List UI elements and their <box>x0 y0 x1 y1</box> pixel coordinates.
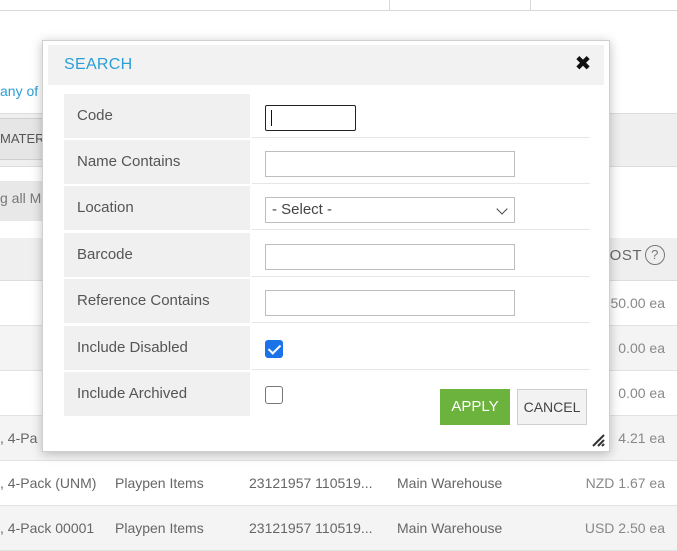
apply-button[interactable]: APPLY <box>440 389 510 425</box>
close-icon[interactable]: ✖ <box>574 54 592 74</box>
name-contains-label: Name Contains <box>64 140 250 184</box>
search-dialog: SEARCH ✖ Code Name Contains Location - S… <box>42 40 610 452</box>
cost-cell: 50.00 ea <box>610 295 666 311</box>
code-label: Code <box>64 94 250 138</box>
group-cell: Playpen Items <box>115 520 204 536</box>
barcode-field-cell <box>252 233 590 277</box>
name-contains-field-cell <box>252 140 590 184</box>
include-archived-label: Include Archived <box>64 372 250 416</box>
reference-contains-input[interactable] <box>265 290 515 316</box>
item-cell: , 4-Pack (UNM) <box>0 475 97 491</box>
code-row: Code <box>64 94 590 138</box>
include-disabled-row: Include Disabled <box>64 326 590 370</box>
background-link[interactable]: any of <box>0 83 38 99</box>
barcode-row: Barcode <box>64 233 590 277</box>
name-contains-row: Name Contains <box>64 140 590 184</box>
code-input[interactable] <box>265 105 356 131</box>
showing-text: g all M <box>0 181 46 221</box>
divider <box>389 0 390 10</box>
include-archived-checkbox[interactable] <box>265 386 283 404</box>
resize-handle-icon[interactable] <box>591 433 605 447</box>
include-disabled-label: Include Disabled <box>64 326 250 370</box>
include-disabled-checkbox[interactable] <box>265 340 283 358</box>
barcode-cell: 23121957 110519... <box>249 475 373 491</box>
top-bar <box>0 0 677 11</box>
reference-contains-field-cell <box>252 279 590 323</box>
table-row[interactable]: , 4-Pack 00001 Playpen Items 23121957 11… <box>0 506 677 551</box>
item-cell: , 4-Pack 00001 <box>0 520 95 536</box>
include-disabled-field-cell <box>252 326 590 370</box>
text-caret <box>271 110 272 126</box>
dialog-header: SEARCH ✖ <box>48 45 604 85</box>
code-field-cell <box>252 94 590 138</box>
cost-cell: 0.00 ea <box>618 385 665 401</box>
chevron-down-icon <box>496 203 508 215</box>
location-cell: Main Warehouse <box>397 520 503 536</box>
location-select[interactable]: - Select - <box>265 197 515 223</box>
table-row[interactable]: , 4-Pack (UNM) Playpen Items 23121957 11… <box>0 461 677 506</box>
barcode-label: Barcode <box>64 233 250 277</box>
cost-cell: 0.00 ea <box>618 340 665 356</box>
cost-cell: USD 2.50 ea <box>584 520 665 536</box>
name-contains-input[interactable] <box>265 151 515 177</box>
reference-contains-label: Reference Contains <box>64 279 250 323</box>
include-archived-row: Include Archived <box>64 372 590 416</box>
location-row: Location - Select - <box>64 186 590 230</box>
location-selected-value: - Select - <box>272 201 333 218</box>
cancel-button[interactable]: CANCEL <box>517 389 587 425</box>
location-cell: Main Warehouse <box>397 475 503 491</box>
location-field-cell: - Select - <box>252 186 590 230</box>
item-cell: , 4-Pa <box>0 430 38 446</box>
barcode-input[interactable] <box>265 244 515 270</box>
barcode-cell: 23121957 110519... <box>249 520 373 536</box>
location-label: Location <box>64 186 250 230</box>
reference-contains-row: Reference Contains <box>64 279 590 323</box>
divider <box>530 0 531 10</box>
cost-cell: NZD 1.67 ea <box>585 475 665 491</box>
help-icon[interactable]: ? <box>645 245 665 265</box>
cost-cell: 4.21 ea <box>618 430 665 446</box>
group-cell: Playpen Items <box>115 475 204 491</box>
dialog-title: SEARCH <box>64 56 133 73</box>
